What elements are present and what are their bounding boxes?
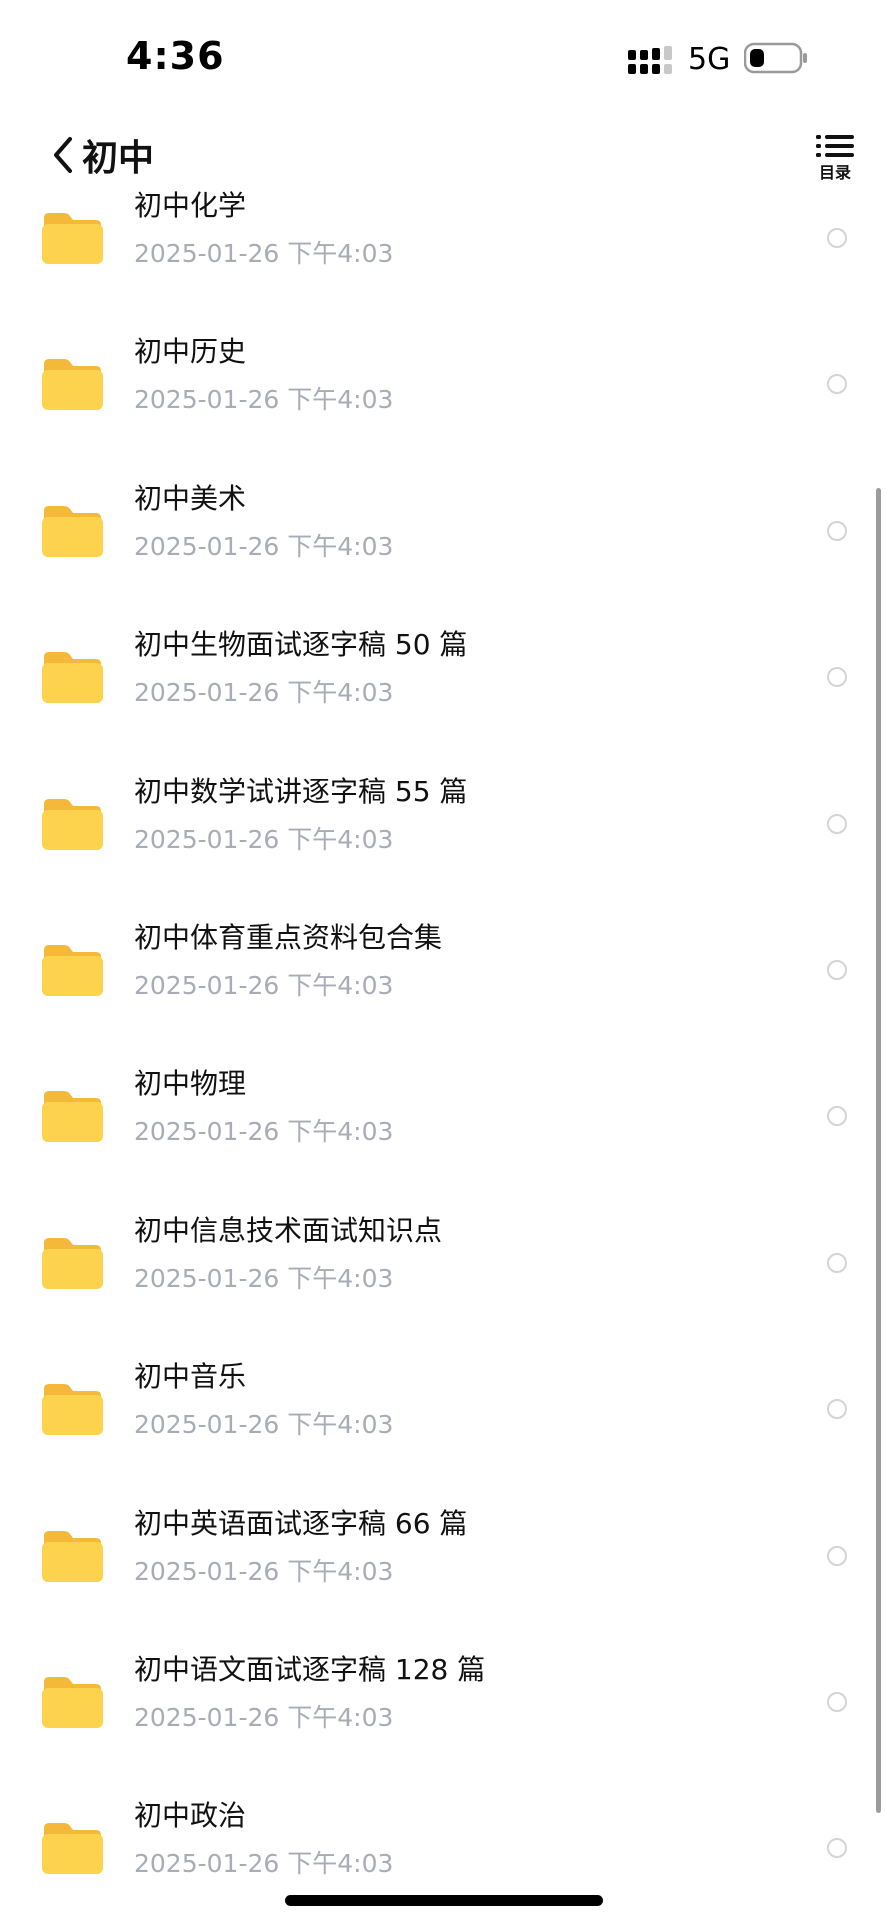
modified-date: 2025-01-26 下午4:03	[134, 678, 394, 708]
folder-name: 初中音乐	[134, 1360, 247, 1394]
select-radio[interactable]	[827, 1692, 847, 1712]
network-type-label: 5G	[688, 42, 731, 77]
folder-name: 初中数学试讲逐字稿 55 篇	[134, 774, 468, 808]
modified-date: 2025-01-26 下午4:03	[134, 1849, 394, 1879]
modified-date: 2025-01-26 下午4:03	[134, 239, 394, 268]
folder-icon	[42, 1237, 103, 1289]
list-item[interactable]: 初中体育重点资料包合集 2025-01-26 下午4:03	[0, 897, 886, 1043]
list-item[interactable]: 初中英语面试逐字稿 66 篇 2025-01-26 下午4:03	[0, 1483, 886, 1629]
select-radio[interactable]	[827, 813, 847, 834]
folder-name: 初中生物面试逐字稿 50 篇	[134, 628, 468, 662]
select-radio[interactable]	[827, 1399, 847, 1420]
list-item[interactable]: 初中化学 2025-01-26 下午4:03	[0, 165, 886, 311]
folder-name: 初中信息技术面试知识点	[134, 1213, 443, 1247]
cellular-signal-icon	[628, 46, 672, 74]
select-radio[interactable]	[827, 374, 847, 395]
select-radio[interactable]	[827, 960, 847, 980]
modified-date: 2025-01-26 下午4:03	[134, 971, 394, 1000]
modified-date: 2025-01-26 下午4:03	[134, 1703, 394, 1732]
folder-name: 初中物理	[134, 1067, 247, 1101]
select-radio[interactable]	[827, 1838, 847, 1859]
status-bar: 4:36 5G	[0, 0, 886, 110]
status-time: 4:36	[126, 34, 225, 78]
modified-date: 2025-01-26 下午4:03	[134, 1263, 394, 1293]
scrollbar[interactable]	[876, 488, 881, 1813]
folder-name: 初中语文面试逐字稿 128 篇	[134, 1653, 486, 1686]
list-item[interactable]: 初中数学试讲逐字稿 55 篇 2025-01-26 下午4:03	[0, 751, 886, 897]
folder-icon	[42, 798, 103, 850]
select-radio[interactable]	[827, 667, 847, 688]
folder-name: 初中政治	[134, 1799, 247, 1833]
folder-icon	[42, 945, 103, 996]
modified-date: 2025-01-26 下午4:03	[134, 1556, 394, 1586]
list-item[interactable]: 初中生物面试逐字稿 50 篇 2025-01-26 下午4:03	[0, 604, 886, 750]
folder-icon	[42, 652, 103, 704]
folder-name: 初中历史	[134, 335, 247, 369]
folder-name: 初中英语面试逐字稿 66 篇	[134, 1506, 468, 1540]
folder-icon	[42, 213, 103, 264]
folder-icon	[42, 505, 103, 557]
modified-date: 2025-01-26 下午4:03	[134, 385, 394, 415]
list-icon	[816, 135, 854, 157]
select-radio[interactable]	[827, 1545, 847, 1566]
modified-date: 2025-01-26 下午4:03	[134, 531, 394, 561]
list-item[interactable]: 初中物理 2025-01-26 下午4:03	[0, 1043, 886, 1189]
list-item[interactable]: 初中信息技术面试知识点 2025-01-26 下午4:03	[0, 1190, 886, 1336]
list-item[interactable]: 初中历史 2025-01-26 下午4:03	[0, 311, 886, 457]
folder-icon	[42, 1677, 103, 1728]
file-list: 初中化学 2025-01-26 下午4:03 初中历史 2025-01-26 下午4:…	[0, 0, 886, 1920]
folder-name: 初中美术	[134, 481, 247, 515]
folder-icon	[42, 1823, 103, 1875]
select-radio[interactable]	[827, 1106, 847, 1127]
list-item[interactable]: 初中美术 2025-01-26 下午4:03	[0, 458, 886, 604]
folder-icon	[42, 1384, 103, 1436]
folder-icon	[42, 1530, 103, 1582]
folder-name: 初中化学	[134, 189, 247, 222]
select-radio[interactable]	[827, 1252, 847, 1273]
battery-icon	[744, 42, 807, 74]
home-indicator[interactable]	[285, 1895, 603, 1906]
select-radio[interactable]	[827, 228, 847, 248]
select-radio[interactable]	[827, 520, 847, 541]
list-item[interactable]: 初中音乐 2025-01-26 下午4:03	[0, 1336, 886, 1482]
folder-name: 初中体育重点资料包合集	[134, 921, 443, 954]
list-item[interactable]: 初中语文面试逐字稿 128 篇 2025-01-26 下午4:03	[0, 1629, 886, 1775]
modified-date: 2025-01-26 下午4:03	[134, 1117, 394, 1147]
folder-icon	[42, 359, 103, 411]
modified-date: 2025-01-26 下午4:03	[134, 824, 394, 854]
folder-icon	[42, 1091, 103, 1143]
modified-date: 2025-01-26 下午4:03	[134, 1410, 394, 1440]
